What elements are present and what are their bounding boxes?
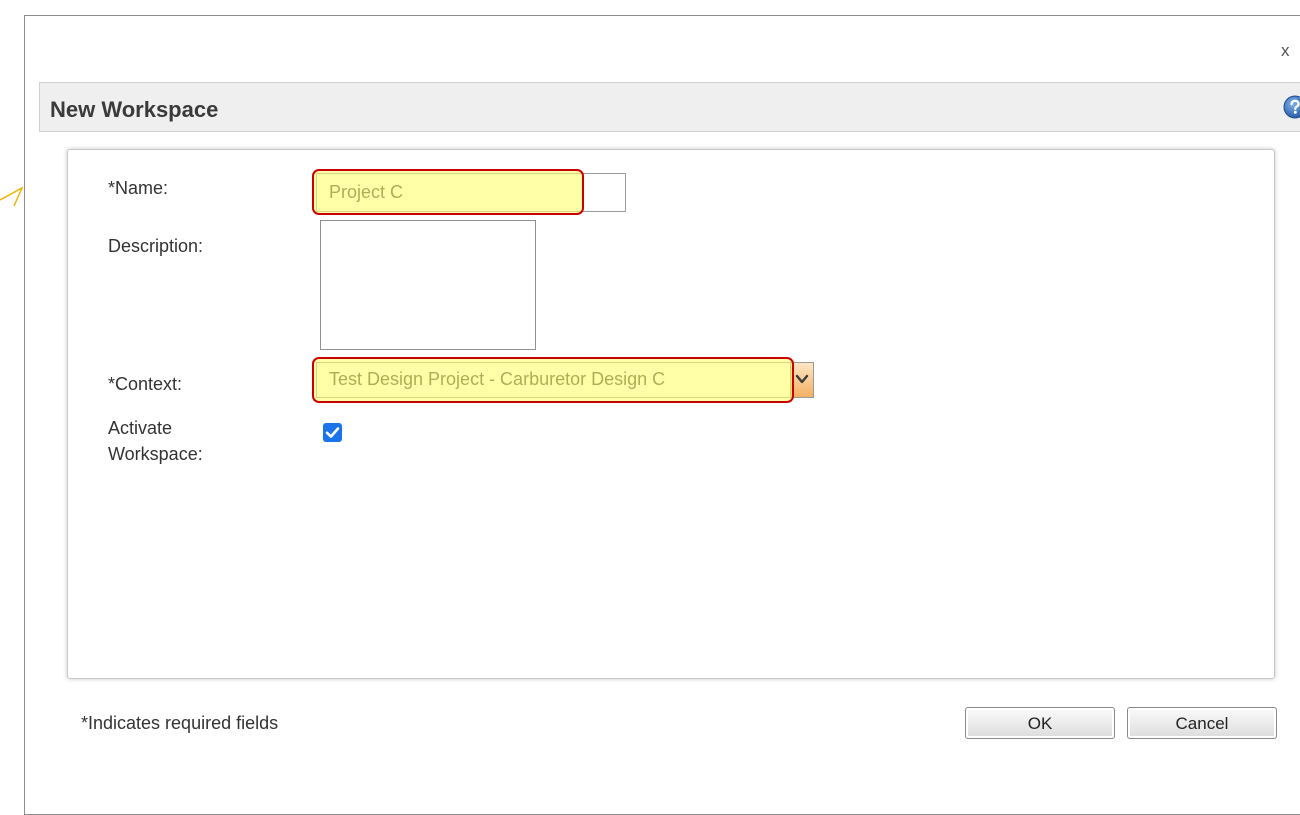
activate-workspace-label-line2: Workspace:	[108, 444, 203, 464]
chevron-down-icon	[795, 374, 809, 384]
description-label: Description:	[108, 236, 204, 256]
dropdown-arrow[interactable]	[790, 363, 813, 397]
ok-button[interactable]: OK	[965, 707, 1115, 739]
cancel-button[interactable]: Cancel	[1127, 707, 1277, 739]
dialog-title: New Workspace	[50, 97, 219, 122]
help-icon[interactable]	[1283, 95, 1300, 119]
context-dropdown[interactable]: Test Design Project - Carburetor Design …	[316, 362, 814, 398]
activate-workspace-checkbox[interactable]	[323, 423, 342, 442]
new-workspace-dialog: x New Workspace *Name: Description: *Con…	[24, 15, 1300, 815]
dialog-title-bar: New Workspace	[39, 82, 1300, 132]
name-input[interactable]	[316, 173, 626, 212]
name-label: *Name:	[108, 178, 169, 198]
description-textarea[interactable]	[320, 220, 536, 350]
activate-workspace-label-line1: Activate	[108, 418, 173, 438]
form-panel: *Name: Description: *Context: Test Desig…	[67, 149, 1275, 679]
context-selected-value: Test Design Project - Carburetor Design …	[329, 369, 666, 389]
tour-pointer-arrow	[0, 186, 24, 207]
close-button[interactable]: x	[1281, 42, 1290, 59]
context-label: *Context:	[108, 374, 183, 394]
checkmark-icon	[325, 427, 340, 438]
required-fields-note: *Indicates required fields	[81, 713, 279, 733]
